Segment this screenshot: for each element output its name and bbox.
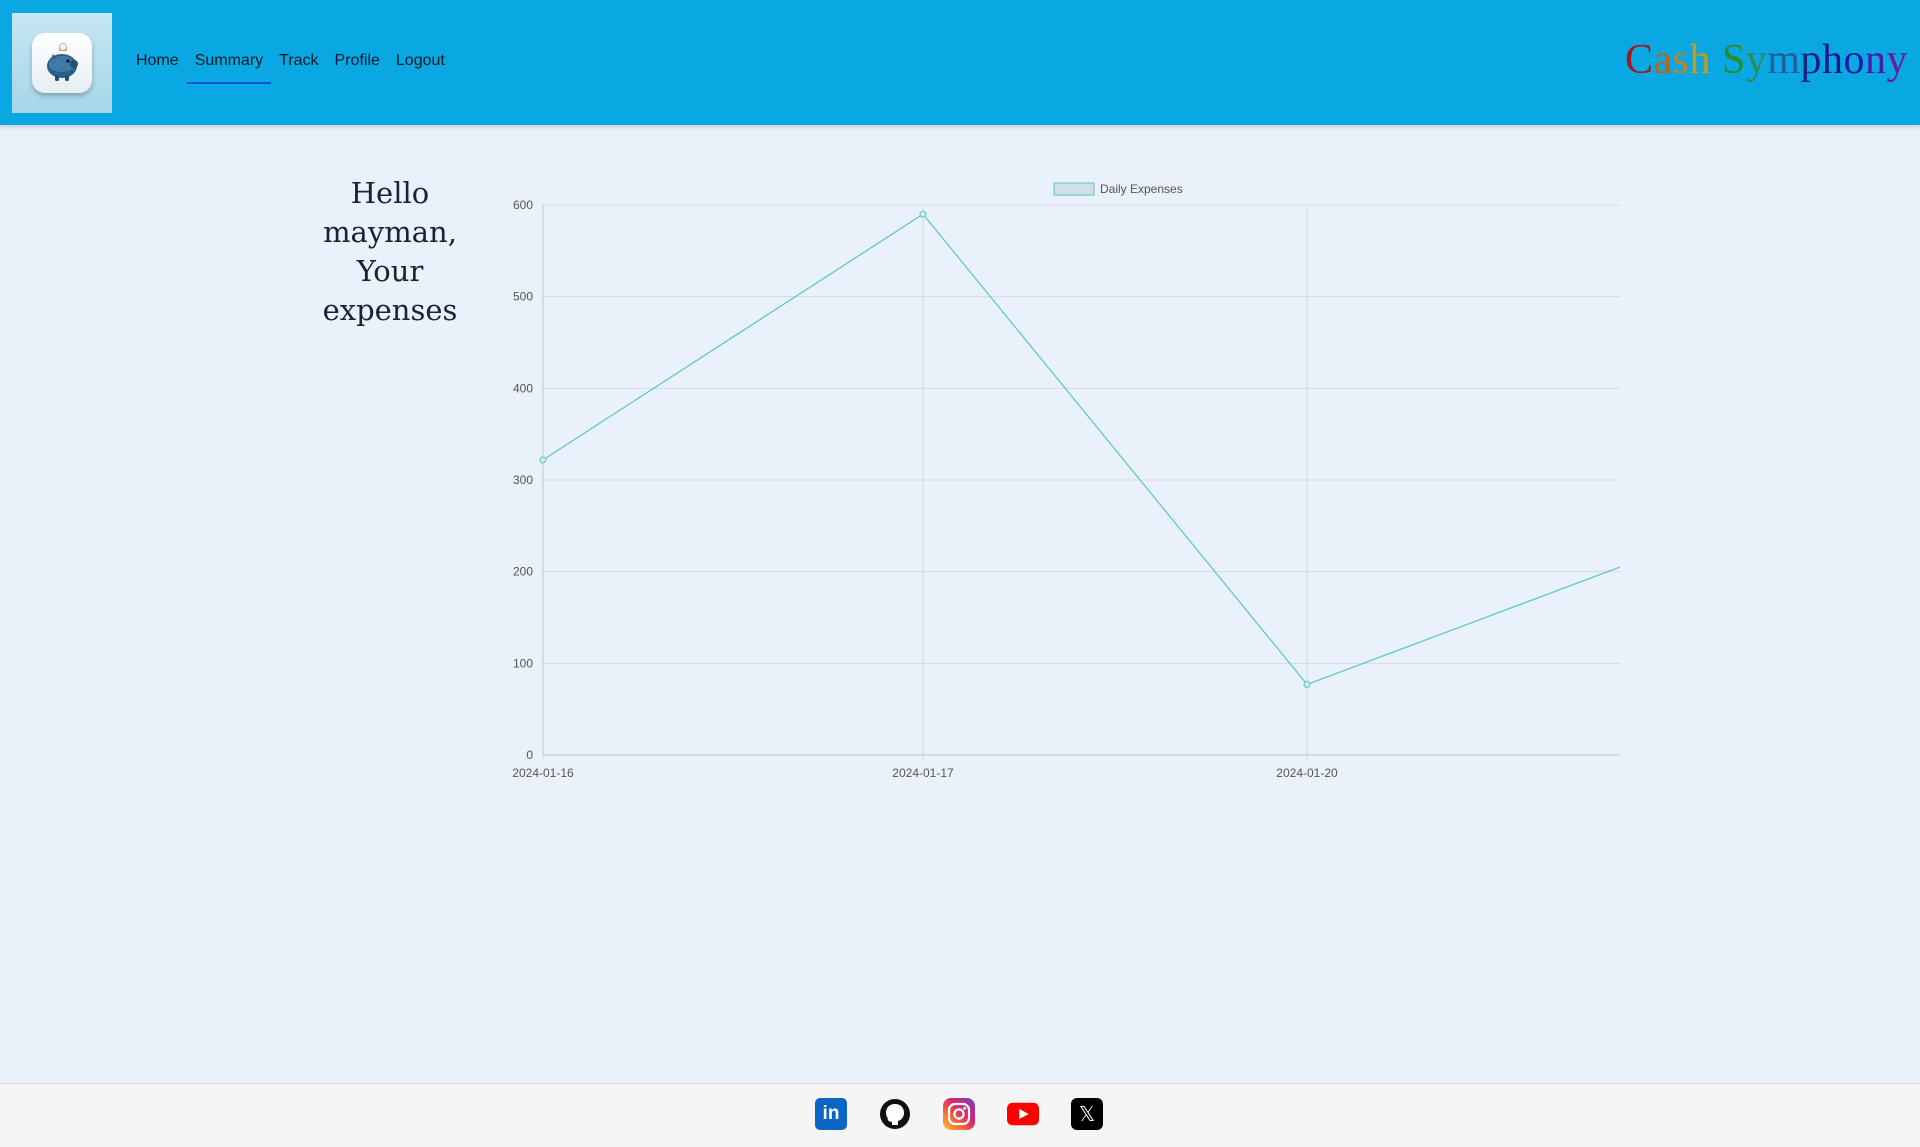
linkedin-icon[interactable]: in — [815, 1098, 847, 1130]
brand-title: Cash Symphony — [1625, 36, 1908, 84]
x-tick-label: 2024-01-17 — [892, 766, 954, 780]
brand-letter: p — [1800, 37, 1822, 83]
brand-letter: o — [1843, 37, 1865, 83]
chart-legend[interactable]: Daily Expenses — [1053, 182, 1183, 196]
logo-container[interactable] — [12, 13, 112, 113]
data-point — [539, 456, 547, 464]
piggy-bank-icon — [47, 43, 78, 81]
data-point — [919, 210, 927, 218]
nav-track[interactable]: Track — [271, 50, 326, 84]
main-nav: Home Summary Track Profile Logout — [128, 50, 453, 84]
brand-letter: S — [1721, 37, 1746, 83]
legend-label: Daily Expenses — [1100, 182, 1183, 196]
y-tick-label: 200 — [513, 565, 533, 579]
legend-swatch — [1053, 182, 1095, 196]
brand-letter: C — [1624, 37, 1654, 83]
greeting-heading: Hello mayman, Your expenses — [322, 176, 458, 327]
brand-letter: n — [1865, 37, 1887, 83]
instagram-icon[interactable] — [943, 1098, 975, 1130]
brand-letter: y — [1745, 37, 1768, 83]
y-tick-label: 100 — [513, 656, 533, 670]
brand-letter — [1711, 37, 1722, 83]
brand-letter: h — [1822, 37, 1844, 83]
x-tick-label: 2024-01-20 — [1276, 766, 1338, 780]
y-tick-label: 600 — [513, 198, 533, 212]
nav-summary[interactable]: Summary — [186, 50, 272, 84]
footer: in 𝕏 — [0, 1083, 1920, 1147]
nav-home[interactable]: Home — [128, 50, 187, 84]
brand-letter: s — [1672, 37, 1690, 83]
data-point — [1303, 680, 1311, 688]
y-tick-label: 400 — [513, 381, 533, 395]
y-tick-label: 300 — [513, 473, 533, 487]
brand-letter: h — [1689, 37, 1711, 83]
youtube-icon[interactable] — [1007, 1098, 1039, 1130]
brand-letter: a — [1653, 37, 1673, 83]
x-twitter-icon[interactable]: 𝕏 — [1071, 1098, 1103, 1130]
brand-letter: m — [1767, 37, 1801, 83]
y-tick-label: 500 — [513, 290, 533, 304]
social-links: in 𝕏 — [815, 1098, 1103, 1130]
nav-profile[interactable]: Profile — [327, 50, 388, 84]
brand-letter: y — [1886, 37, 1908, 83]
github-icon[interactable] — [879, 1098, 911, 1130]
piggy-bank-logo — [32, 33, 92, 93]
nav-logout[interactable]: Logout — [388, 50, 453, 84]
y-tick-label: 0 — [526, 748, 533, 762]
top-navbar: Home Summary Track Profile Logout Cash S… — [0, 0, 1920, 125]
daily-expenses-chart: Daily Expenses 0 100 200 300 400 500 600 2024-01… — [512, 182, 1621, 780]
x-tick-label: 2024-01-16 — [512, 766, 574, 780]
series-line — [542, 213, 1621, 686]
